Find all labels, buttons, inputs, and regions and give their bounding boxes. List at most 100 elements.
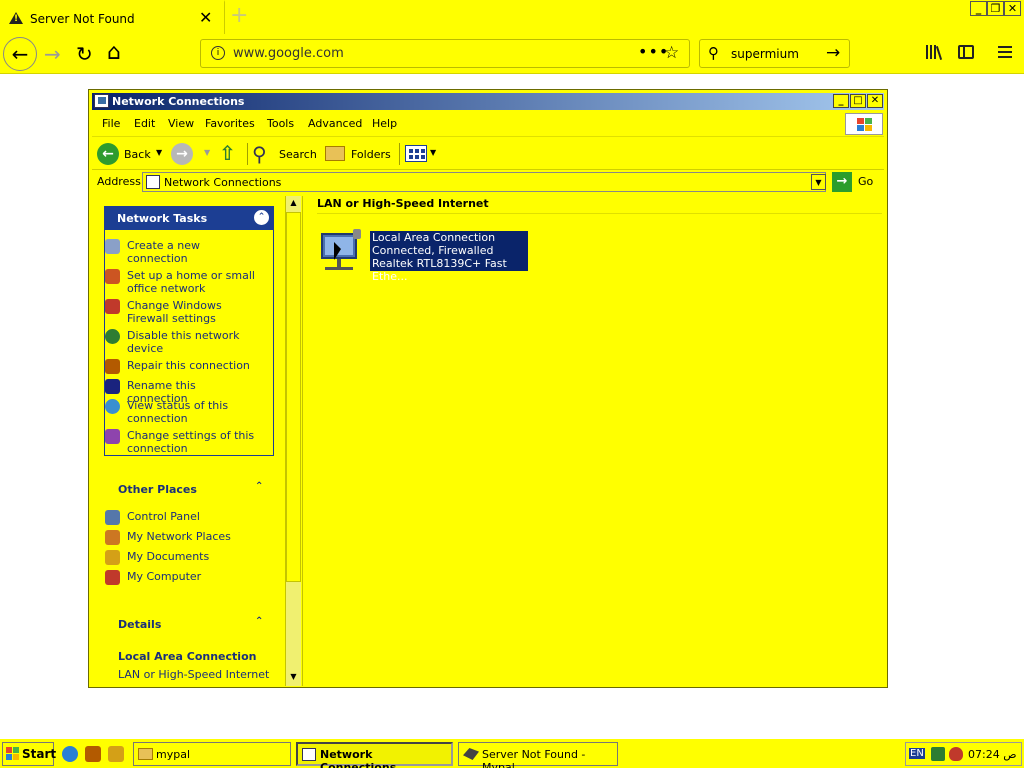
task-label[interactable]: Disable this network device <box>127 329 257 355</box>
connection-name[interactable]: Local Area Connection <box>372 231 528 244</box>
window-title-bar[interactable]: Network Connections _ □ ✕ <box>92 93 884 110</box>
collapse-icon[interactable]: ⌃ <box>255 481 263 492</box>
network-tasks-header[interactable]: Network Tasks ⌃ <box>104 206 274 230</box>
up-folder-icon[interactable]: ⇧ <box>219 142 241 164</box>
folders-button[interactable]: Folders <box>351 148 391 161</box>
taskbar-button-mypal-browser[interactable]: Server Not Found - Mypal <box>458 742 618 768</box>
task-pane-scrollbar[interactable]: ▲ ▼ <box>285 196 301 686</box>
url-bar[interactable]: i www.google.com ••• ☆ <box>200 39 690 68</box>
menu-view[interactable]: View <box>168 117 194 130</box>
new-connection-icon <box>105 239 120 254</box>
taskbar-button-network-connections[interactable]: Network Connections <box>296 742 453 768</box>
menu-edit[interactable]: Edit <box>134 117 155 130</box>
details-title[interactable]: Details <box>118 618 161 631</box>
task-label[interactable]: Change settings of this connection <box>127 429 257 455</box>
scroll-thumb[interactable] <box>286 212 301 582</box>
menu-help[interactable]: Help <box>372 117 397 130</box>
network-tray-icon[interactable] <box>931 747 945 761</box>
tab-close-button[interactable]: ✕ <box>199 8 212 27</box>
internet-explorer-icon[interactable] <box>62 746 78 762</box>
menu-icon[interactable] <box>998 46 1012 58</box>
close-window-button[interactable]: ✕ <box>1004 1 1021 16</box>
back-arrow-icon[interactable]: ← <box>97 143 119 165</box>
place-label[interactable]: My Network Places <box>127 530 257 543</box>
network-connection-icon[interactable] <box>317 229 365 273</box>
forward-arrow-icon[interactable]: → <box>171 143 193 165</box>
start-label[interactable]: Start <box>22 747 56 761</box>
media-player-icon[interactable] <box>108 746 124 762</box>
go-button[interactable]: Go <box>858 175 873 188</box>
search-bar[interactable]: ⚲ supermium → <box>699 39 850 68</box>
address-field[interactable]: Network Connections ▼ <box>142 172 826 192</box>
clock: 07:24 ص <box>968 748 1017 761</box>
task-label[interactable]: Repair this connection <box>127 359 257 372</box>
home-button[interactable]: ⌂ <box>107 40 121 65</box>
address-dropdown-icon[interactable]: ▼ <box>811 174 826 190</box>
task-label[interactable]: View status of this connection <box>127 399 257 425</box>
task-label[interactable]: Set up a home or small office network <box>127 269 257 295</box>
place-label[interactable]: My Documents <box>127 550 257 563</box>
status-icon <box>105 399 120 414</box>
search-button[interactable]: Search <box>279 148 317 161</box>
forward-dropdown-icon[interactable]: ▼ <box>204 148 210 157</box>
other-places-title[interactable]: Other Places <box>118 483 197 496</box>
menu-favorites[interactable]: Favorites <box>205 117 255 130</box>
place-label[interactable]: My Computer <box>127 570 257 583</box>
browser-back-button[interactable]: ← <box>3 37 37 71</box>
address-value[interactable]: Network Connections <box>164 176 281 189</box>
browser-tab[interactable]: ! Server Not Found ✕ <box>0 0 225 34</box>
collapse-icon[interactable]: ⌃ <box>254 210 269 225</box>
my-documents-icon <box>105 550 120 565</box>
windows-logo <box>845 113 883 135</box>
bookmark-star-icon[interactable]: ☆ <box>664 43 679 63</box>
views-icon[interactable] <box>405 145 427 162</box>
menu-file[interactable]: File <box>102 117 120 130</box>
language-indicator[interactable]: EN <box>909 748 925 759</box>
group-header: LAN or High-Speed Internet <box>317 197 489 210</box>
minimize-button[interactable]: _ <box>970 1 987 16</box>
menu-advanced[interactable]: Advanced <box>308 117 362 130</box>
browser-forward-button[interactable]: → <box>44 42 61 66</box>
collapse-icon[interactable]: ⌃ <box>255 616 263 627</box>
sidebar-icon[interactable] <box>958 45 974 59</box>
back-button[interactable]: Back <box>124 148 151 161</box>
settings-icon <box>105 429 120 444</box>
task-label[interactable]: Create a new connection <box>127 239 257 265</box>
reload-button[interactable]: ↻ <box>76 42 93 66</box>
network-folder-small-icon <box>146 175 160 189</box>
window-minimize-button[interactable]: _ <box>833 94 849 108</box>
url-text[interactable]: www.google.com <box>233 46 344 61</box>
restore-button[interactable]: ❐ <box>987 1 1004 16</box>
local-area-connection-item[interactable]: Local Area Connection Connected, Firewal… <box>370 231 528 283</box>
taskbar-button-mypal-folder[interactable]: mypal <box>133 742 291 766</box>
window-close-button[interactable]: ✕ <box>867 94 883 108</box>
search-go-button[interactable]: → <box>826 43 840 63</box>
folder-icon <box>138 748 153 760</box>
menu-tools[interactable]: Tools <box>267 117 294 130</box>
show-desktop-icon[interactable] <box>85 746 101 762</box>
search-input[interactable]: supermium <box>731 47 799 61</box>
taskbar-button-label[interactable]: mypal <box>156 748 190 761</box>
go-arrow-icon[interactable]: → <box>832 172 852 192</box>
taskbar-button-label[interactable]: Network Connections <box>320 748 451 768</box>
place-label[interactable]: Control Panel <box>127 510 257 523</box>
search-toolbar-icon[interactable]: ⚲ <box>252 142 276 166</box>
browser-nav-bar: ← → ↻ ⌂ i www.google.com ••• ☆ ⚲ supermi… <box>0 34 1024 74</box>
task-pane: Network Tasks ⌃ Create a new connection … <box>92 196 287 686</box>
security-shield-icon[interactable] <box>949 747 963 761</box>
views-dropdown-icon[interactable]: ▼ <box>430 148 436 157</box>
library-icon[interactable] <box>926 45 943 60</box>
network-places-icon <box>105 530 120 545</box>
back-dropdown-icon[interactable]: ▼ <box>156 148 162 157</box>
connection-device: Realtek RTL8139C+ Fast Ethe... <box>372 257 507 283</box>
start-button[interactable]: Start <box>2 742 56 766</box>
taskbar-button-label[interactable]: Server Not Found - Mypal <box>482 748 617 768</box>
scroll-up-icon[interactable]: ▲ <box>286 196 301 210</box>
task-label[interactable]: Change Windows Firewall settings <box>127 299 257 325</box>
folders-icon[interactable] <box>325 146 345 161</box>
window-title: Network Connections <box>112 95 245 108</box>
new-tab-button[interactable]: + <box>230 3 248 28</box>
site-info-icon[interactable]: i <box>211 46 225 60</box>
scroll-down-icon[interactable]: ▼ <box>286 670 301 684</box>
window-maximize-button[interactable]: □ <box>850 94 866 108</box>
